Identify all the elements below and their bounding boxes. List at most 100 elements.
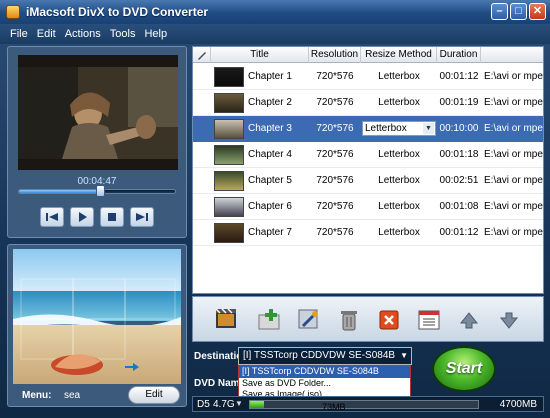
add-video-button[interactable] xyxy=(213,306,241,334)
menu-help[interactable]: Help xyxy=(144,28,167,40)
row-resolution: 720*576 xyxy=(316,201,354,212)
row-path: E:\avi or mpeg xyxy=(484,149,544,160)
menu-preview-image xyxy=(13,249,181,384)
resize-method-select[interactable]: Letterbox ▼ xyxy=(362,121,436,136)
destination-select[interactable]: [I] TSSTcorp CDDVDW SE-S084B ▼ xyxy=(238,347,412,365)
row-duration: 00:01:08 xyxy=(439,201,479,212)
row-resize-method: Letterbox xyxy=(378,149,420,160)
seek-progress xyxy=(19,190,101,193)
total-capacity: 4700MB xyxy=(499,399,537,410)
stop-button[interactable] xyxy=(100,207,124,227)
row-duration: 00:10:00 xyxy=(439,123,479,134)
row-path: E:\avi or mpeg xyxy=(484,175,544,186)
video-player-panel: 00:04:47 xyxy=(7,46,187,238)
clear-all-button[interactable] xyxy=(375,306,403,334)
menu-tools[interactable]: Tools xyxy=(110,28,136,40)
start-button[interactable]: Start xyxy=(432,346,496,392)
edit-menu-button[interactable]: Edit xyxy=(128,386,180,404)
add-icon xyxy=(258,309,280,330)
edit-video-button[interactable] xyxy=(295,306,323,334)
list-icon xyxy=(418,310,440,330)
table-row[interactable]: Chapter 3 720*576 Letterbox ▼ 00:10:00 E:\avi… xyxy=(193,116,543,142)
menu-edit[interactable]: Edit xyxy=(37,28,56,40)
arrow-down-icon xyxy=(499,312,519,329)
disc-size-select[interactable]: 4.7G xyxy=(213,399,235,410)
row-resolution: 720*576 xyxy=(316,149,354,160)
seek-handle[interactable] xyxy=(96,185,106,197)
table-row[interactable]: Chapter 2 720*576 Letterbox 00:01:19 E:\avi … xyxy=(193,90,544,116)
row-title: Chapter 7 xyxy=(248,227,292,238)
row-duration: 00:02:51 xyxy=(439,175,479,186)
column-header-title[interactable]: Title xyxy=(211,47,309,63)
row-path: E:\avi or mpeg xyxy=(484,97,544,108)
play-button[interactable] xyxy=(70,207,94,227)
row-resolution: 720*576 xyxy=(316,71,354,82)
next-button[interactable] xyxy=(130,207,154,227)
row-resolution: 720*576 xyxy=(316,123,354,134)
row-resize-method: Letterbox xyxy=(378,201,420,212)
menu-preview-panel: Menu: sea Edit xyxy=(7,244,187,407)
video-frame xyxy=(18,55,178,170)
edit-column-icon xyxy=(193,47,211,63)
row-duration: 00:01:12 xyxy=(439,227,479,238)
properties-button[interactable] xyxy=(415,306,443,334)
column-header-resolution[interactable]: Resolution xyxy=(309,47,361,63)
resize-method-value: Letterbox xyxy=(365,123,407,134)
tools-icon xyxy=(298,309,318,329)
previous-button[interactable] xyxy=(40,207,64,227)
toolbar xyxy=(192,296,544,342)
row-resolution: 720*576 xyxy=(316,97,354,108)
row-duration: 00:01:19 xyxy=(439,97,479,108)
video-thumbnail xyxy=(214,93,244,113)
start-label: Start xyxy=(445,360,483,377)
row-resize-method: Letterbox xyxy=(378,71,420,82)
column-header-duration[interactable]: Duration xyxy=(437,47,481,63)
row-path: E:\avi or mpeg xyxy=(484,201,544,212)
table-row[interactable]: Chapter 6 720*576 Letterbox 00:01:08 E:\avi … xyxy=(193,194,544,220)
disc-size-dropdown-icon[interactable]: ▼ xyxy=(235,399,243,408)
maximize-button[interactable]: □ xyxy=(510,3,527,20)
file-list: Title Resolution Resize Method Duration … xyxy=(192,46,544,294)
arrow-up-icon xyxy=(459,312,479,329)
window-title: iMacsoft DivX to DVD Converter xyxy=(26,5,209,19)
table-row[interactable]: Chapter 7 720*576 Letterbox 00:01:12 E:\avi … xyxy=(193,220,543,246)
move-up-button[interactable] xyxy=(455,306,483,334)
destination-option-folder[interactable]: Save as DVD Folder... xyxy=(239,378,410,390)
skip-back-icon xyxy=(46,213,58,221)
video-thumbnail xyxy=(214,119,244,139)
menu-name-value: sea xyxy=(64,390,81,401)
column-header-path xyxy=(481,47,543,63)
add-chapter-button[interactable] xyxy=(255,306,283,334)
row-title: Chapter 1 xyxy=(248,71,292,82)
video-thumbnail xyxy=(214,223,244,243)
chevron-down-icon[interactable]: ▼ xyxy=(423,123,434,134)
destination-option-drive[interactable]: [I] TSSTcorp CDDVDW SE-S084B xyxy=(239,366,410,378)
file-list-header: Title Resolution Resize Method Duration xyxy=(193,47,543,63)
delete-button[interactable] xyxy=(335,306,363,334)
row-resolution: 720*576 xyxy=(316,227,354,238)
row-title: Chapter 5 xyxy=(248,175,292,186)
chevron-down-icon[interactable]: ▼ xyxy=(400,348,408,364)
row-title: Chapter 3 xyxy=(248,123,292,134)
clear-icon xyxy=(379,310,399,330)
destination-selected-value: [I] TSSTcorp CDDVDW SE-S084B xyxy=(243,350,396,361)
stop-icon xyxy=(108,213,116,221)
close-button[interactable]: ✕ xyxy=(529,3,546,20)
video-thumbnail xyxy=(214,145,244,165)
minimize-button[interactable]: – xyxy=(491,3,508,20)
title-bar: iMacsoft DivX to DVD Converter – □ ✕ xyxy=(0,0,550,24)
menu-bar: File Edit Actions Tools Help xyxy=(0,24,550,44)
row-title: Chapter 6 xyxy=(248,201,292,212)
row-resize-method: Letterbox xyxy=(378,227,420,238)
disc-type: D5 xyxy=(197,399,210,410)
video-thumbnail xyxy=(214,171,244,191)
column-header-resize-method[interactable]: Resize Method xyxy=(361,47,437,63)
menu-file[interactable]: File xyxy=(10,28,28,40)
app-icon xyxy=(6,5,20,19)
move-down-button[interactable] xyxy=(495,306,523,334)
menu-actions[interactable]: Actions xyxy=(65,28,101,40)
table-row[interactable]: Chapter 4 720*576 Letterbox 00:01:18 E:\avi … xyxy=(193,142,544,168)
table-row[interactable]: Chapter 1 720*576 Letterbox 00:01:12 E:\avi … xyxy=(193,64,543,90)
app-window: iMacsoft DivX to DVD Converter – □ ✕ Fil… xyxy=(0,0,550,418)
table-row[interactable]: Chapter 5 720*576 Letterbox 00:02:51 E:\avi … xyxy=(193,168,544,194)
